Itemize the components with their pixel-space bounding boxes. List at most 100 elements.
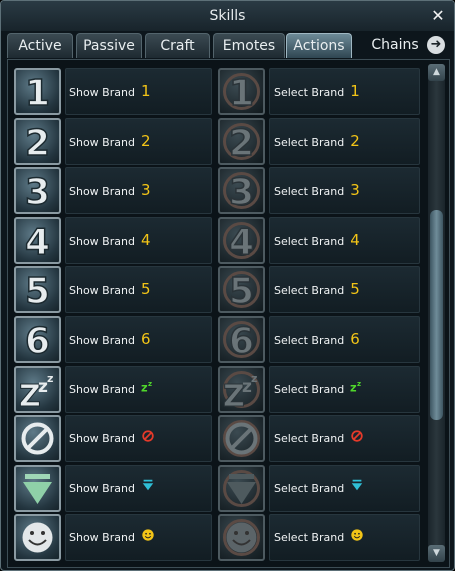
no-symbol-icon	[141, 416, 155, 463]
show-brand-label: Show Brand	[69, 465, 155, 512]
brand-number: 1	[350, 82, 360, 100]
skills-window: Skills ✕ Active Passive Craft Emotes Act…	[0, 0, 455, 571]
brand-number: 5	[350, 280, 360, 299]
select-brand-number-5[interactable]: 5	[218, 266, 265, 314]
select-brand-number-3[interactable]: 3	[218, 167, 265, 215]
show-brand-label: Show Brand 3	[69, 167, 151, 214]
svg-text:2: 2	[229, 123, 254, 163]
show-brand-number-2[interactable]: 2	[14, 117, 61, 165]
actions-list: ▲ ▼ 1 Show Brand 1 1 Select Brand 1 2 Show Bran…	[7, 59, 450, 568]
show-brand-label: Show Brand 4	[69, 217, 151, 264]
scroll-thumb[interactable]	[430, 210, 443, 420]
show-brand-number-3[interactable]: 3	[14, 167, 61, 215]
select-brand-label: Select Brand 1	[274, 68, 360, 115]
action-row: Show Brand Select Brand	[8, 415, 428, 464]
action-row: 3 Show Brand 3 3 Select Brand 3	[8, 167, 428, 216]
show-brand-label: Show Brand 2	[69, 118, 151, 165]
show-brand-label: Show Brand 5	[69, 266, 151, 313]
select-brand-label: Select Brand 3	[274, 167, 360, 214]
tab-craft[interactable]: Craft	[145, 33, 210, 58]
show-brand-no-symbol-icon[interactable]	[14, 415, 61, 463]
select-brand-no-symbol-icon[interactable]	[218, 415, 265, 463]
action-row: 6 Show Brand 6 6 Select Brand 6	[8, 316, 428, 365]
svg-text:6: 6	[229, 321, 254, 361]
smiley-icon	[350, 515, 364, 562]
sleep-icon: zz	[350, 366, 364, 413]
brand-number: 6	[350, 330, 360, 348]
svg-text:4: 4	[25, 222, 50, 262]
show-brand-down-arrow-icon[interactable]	[14, 464, 61, 512]
select-brand-number-2[interactable]: 2	[218, 117, 265, 165]
select-brand-sleep-icon[interactable]: Zzz	[218, 365, 265, 413]
svg-text:z: z	[148, 380, 152, 388]
select-brand-down-arrow-icon[interactable]	[218, 464, 265, 512]
scroll-down-button[interactable]: ▼	[428, 545, 445, 562]
tab-chains[interactable]: Chains	[365, 33, 425, 58]
next-tabs-icon[interactable]: ➜	[427, 36, 445, 54]
select-brand-number-6[interactable]: 6	[218, 316, 265, 363]
action-row: 5 Show Brand 5 5 Select Brand 5	[8, 266, 428, 315]
svg-text:z: z	[251, 372, 257, 385]
brand-number: 3	[350, 181, 360, 200]
svg-text:z: z	[47, 372, 53, 385]
action-text: Show Brand	[69, 284, 135, 298]
tab-active[interactable]: Active	[7, 33, 73, 58]
window-title: Skills	[209, 8, 246, 24]
action-text: Show Brand	[69, 382, 135, 396]
sleep-icon: zz	[141, 366, 155, 413]
select-brand-label: Select Brand 2	[274, 118, 360, 165]
show-brand-label: Show Brand z z	[69, 366, 155, 413]
down-arrow-icon	[141, 465, 155, 512]
brand-number: 2	[140, 131, 151, 150]
show-brand-label: Show Brand 1	[69, 68, 151, 115]
select-brand-label: Select Brand	[274, 465, 364, 512]
svg-text:z: z	[357, 380, 361, 388]
show-brand-number-6[interactable]: 6	[14, 316, 61, 363]
title-bar: Skills ✕	[1, 1, 454, 31]
select-brand-label: Select Brand z z	[274, 366, 364, 413]
scroll-up-button[interactable]: ▲	[428, 64, 445, 81]
brand-number: 4	[140, 230, 151, 249]
action-row: Show Brand Select Brand	[8, 514, 428, 563]
action-row: 2 Show Brand 2 2 Select Brand 2	[8, 117, 428, 167]
show-brand-number-1[interactable]: 1	[14, 68, 61, 115]
scrollbar[interactable]: ▲ ▼	[428, 64, 445, 562]
show-brand-number-5[interactable]: 5	[14, 266, 61, 314]
select-brand-smiley-icon[interactable]	[218, 514, 265, 562]
show-brand-smiley-icon[interactable]	[14, 514, 61, 562]
action-text: Show Brand	[69, 531, 135, 545]
svg-text:4: 4	[229, 222, 254, 262]
show-brand-sleep-icon[interactable]: Zzz	[14, 365, 61, 413]
brand-number: 6	[140, 330, 151, 348]
svg-text:6: 6	[25, 321, 50, 361]
close-icon[interactable]: ✕	[430, 1, 446, 31]
svg-text:1: 1	[229, 73, 254, 113]
action-text: Show Brand	[69, 185, 135, 199]
svg-text:5: 5	[25, 271, 50, 311]
action-text: Select Brand	[274, 481, 345, 495]
select-brand-number-1[interactable]: 1	[218, 68, 265, 115]
brand-number: 5	[140, 280, 151, 299]
action-text: Select Brand	[274, 86, 345, 99]
smiley-icon	[141, 515, 155, 562]
tab-emotes[interactable]: Emotes	[213, 33, 285, 58]
svg-text:z: z	[350, 380, 357, 393]
brand-number: 3	[140, 181, 151, 200]
action-text: Show Brand	[69, 334, 135, 347]
svg-text:2: 2	[25, 123, 50, 163]
svg-text:1: 1	[25, 73, 50, 113]
action-text: Select Brand	[274, 334, 345, 347]
select-brand-label: Select Brand	[274, 514, 364, 561]
action-text: Select Brand	[274, 234, 345, 248]
show-brand-number-4[interactable]: 4	[14, 216, 61, 264]
svg-text:3: 3	[25, 172, 50, 212]
action-text: Show Brand	[69, 234, 135, 248]
brand-number: 2	[350, 131, 360, 150]
tab-passive[interactable]: Passive	[76, 33, 142, 58]
select-brand-number-4[interactable]: 4	[218, 216, 265, 264]
tab-actions[interactable]: Actions	[286, 33, 352, 58]
select-brand-label: Select Brand	[274, 415, 364, 462]
select-brand-label: Select Brand 6	[274, 316, 360, 363]
show-brand-label: Show Brand	[69, 415, 155, 462]
svg-text:3: 3	[229, 172, 254, 212]
